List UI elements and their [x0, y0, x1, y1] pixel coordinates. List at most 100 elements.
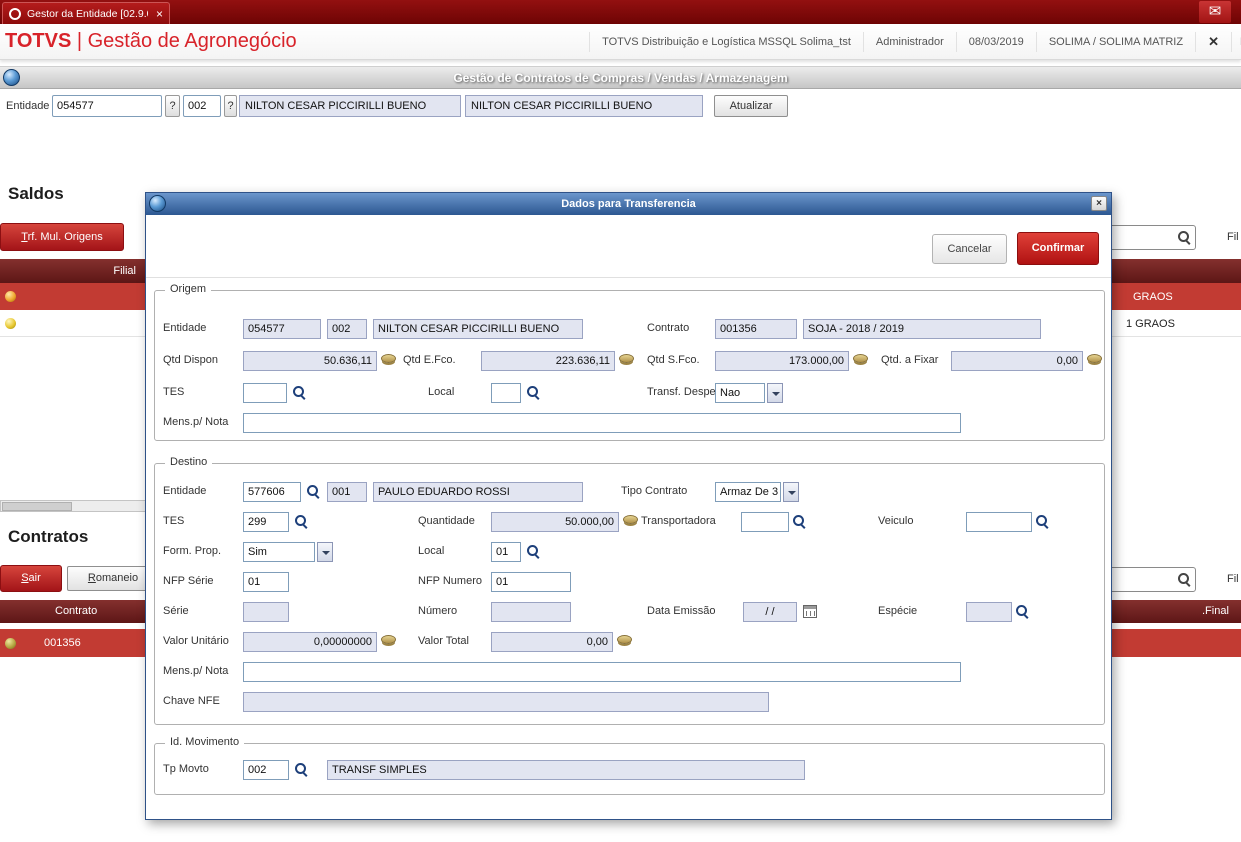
money-icon: [853, 354, 868, 363]
dialog-icon: [149, 195, 166, 212]
origem-legend: Origem: [165, 283, 212, 295]
quantidade-field[interactable]: 50.000,00: [491, 512, 619, 532]
screen-toolbar: Gestão de Contratos de Compras / Vendas …: [0, 66, 1241, 89]
trf-mul-origens-button[interactable]: Trf. Mul. Origens: [0, 223, 124, 251]
transportadora-label: Transportadora: [641, 515, 716, 527]
destino-local-label: Local: [418, 545, 445, 557]
movimento-groupbox: Id. Movimento Tp Movto 002 TRANSF SIMPLE…: [154, 736, 1105, 795]
qtd-dispon-field: 50.636,11: [243, 351, 377, 371]
chevron-down-icon[interactable]: [767, 383, 783, 403]
origem-mens-field[interactable]: [243, 413, 961, 433]
chevron-down-icon[interactable]: [783, 482, 799, 502]
tp-movto-lookup-icon[interactable]: [295, 763, 308, 776]
especie-lookup-icon[interactable]: [1016, 605, 1029, 618]
veiculo-lookup-icon[interactable]: [1036, 515, 1049, 528]
calendar-icon[interactable]: [803, 605, 817, 618]
app-header: TOTVS | Gestão de Agronegócio TOTVS Dist…: [0, 24, 1241, 60]
tp-movto-desc-field: TRANSF SIMPLES: [327, 760, 805, 780]
mail-icon[interactable]: ✉: [1199, 1, 1231, 23]
destino-local-field[interactable]: 01: [491, 542, 521, 562]
transf-despesa-combo[interactable]: Nao: [715, 383, 783, 403]
tes-lookup-icon[interactable]: [293, 386, 306, 399]
destino-entidade-store-field: 001: [327, 482, 367, 502]
environment-label: TOTVS Distribuição e Logística MSSQL Sol…: [589, 32, 863, 52]
atualizar-button[interactable]: Atualizar: [714, 95, 788, 117]
date-label: 08/03/2019: [955, 32, 1036, 52]
screen-icon: [3, 69, 20, 86]
saldos-horizontal-scrollbar[interactable]: [0, 500, 150, 512]
nfp-numero-field[interactable]: 01: [491, 572, 571, 592]
entidade-lookup-icon[interactable]: [307, 485, 320, 498]
valor-total-label: Valor Total: [418, 635, 469, 647]
contratos-row-contrato: 001356: [44, 637, 81, 649]
destino-tes-label: TES: [163, 515, 185, 527]
entidade-label: Entidade: [6, 100, 50, 112]
origem-entidade-name-field: NILTON CESAR PICCIRILLI BUENO: [373, 319, 583, 339]
local-lookup-icon[interactable]: [527, 386, 540, 399]
origem-contrato-code-field: 001356: [715, 319, 797, 339]
contratos-filter-label: Fil: [1227, 573, 1239, 585]
active-window-tab[interactable]: Gestor da Entidade [02.9.0067] ×: [2, 2, 170, 24]
quantidade-label: Quantidade: [418, 515, 475, 527]
tab-close-icon[interactable]: ×: [156, 7, 163, 21]
tp-movto-field[interactable]: 002: [243, 760, 289, 780]
transferencia-dialog: Dados para Transferencia × Cancelar Conf…: [145, 192, 1112, 820]
header-close-icon[interactable]: ✕: [1195, 32, 1231, 52]
row-status-icon: [5, 291, 16, 302]
entidade-name-field: NILTON CESAR PICCIRILLI BUENO: [239, 95, 461, 117]
transportadora-lookup-icon[interactable]: [793, 515, 806, 528]
transf-despesa-value: Nao: [715, 383, 765, 403]
origem-local-field[interactable]: [491, 383, 521, 403]
origem-tes-field[interactable]: [243, 383, 287, 403]
chevron-down-icon[interactable]: [317, 542, 333, 562]
qtd-efco-label: Qtd E.Fco.: [403, 354, 456, 366]
origem-tes-label: TES: [163, 386, 185, 398]
origem-contrato-desc-field: SOJA - 2018 / 2019: [803, 319, 1041, 339]
valor-unitario-label: Valor Unitário: [163, 635, 229, 647]
origem-groupbox: Origem Entidade 054577 002 NILTON CESAR …: [154, 283, 1105, 441]
window-tab-bar: Gestor da Entidade [02.9.0067] × ✉: [0, 0, 1241, 24]
tp-movto-label: Tp Movto: [163, 763, 209, 775]
veiculo-field[interactable]: [966, 512, 1032, 532]
destino-entidade-code-field[interactable]: 577606: [243, 482, 301, 502]
saldos-search-icon[interactable]: [1178, 231, 1191, 244]
romaneio-initial: R: [87, 572, 96, 584]
valor-total-field: 0,00: [491, 632, 613, 652]
origem-mens-label: Mens.p/ Nota: [163, 416, 229, 428]
veiculo-label: Veiculo: [878, 515, 914, 527]
local-lookup-icon[interactable]: [527, 545, 540, 558]
tipo-contrato-combo[interactable]: Armaz De 3: [715, 482, 799, 502]
row-status-icon: [5, 638, 16, 649]
nfp-serie-field[interactable]: 01: [243, 572, 289, 592]
form-prop-combo[interactable]: Sim: [243, 542, 333, 562]
buttons-separator: [146, 277, 1111, 278]
money-icon: [381, 354, 396, 363]
entidade-help2-button[interactable]: ?: [224, 95, 237, 117]
contratos-search-icon[interactable]: [1178, 573, 1191, 586]
dialog-close-button[interactable]: ×: [1091, 196, 1107, 211]
sair-button[interactable]: Sair: [0, 565, 62, 592]
transportadora-field[interactable]: [741, 512, 789, 532]
scrollbar-thumb[interactable]: [2, 502, 72, 511]
especie-label: Espécie: [878, 605, 918, 617]
entidade-code-input[interactable]: [52, 95, 162, 117]
especie-field[interactable]: [966, 602, 1012, 622]
contratos-col-final: .Final: [1202, 605, 1229, 617]
destino-mens-field[interactable]: [243, 662, 961, 682]
cancelar-button[interactable]: Cancelar: [932, 234, 1007, 264]
entidade-store-input[interactable]: [183, 95, 221, 117]
form-prop-value: Sim: [243, 542, 315, 562]
data-emissao-field[interactable]: / /: [743, 602, 797, 622]
origem-entidade-label: Entidade: [163, 322, 207, 334]
confirmar-button[interactable]: Confirmar: [1017, 232, 1099, 265]
tipo-contrato-label: Tipo Contrato: [621, 485, 688, 497]
contratos-col-contrato: Contrato: [55, 605, 98, 617]
header-clipped-item: E: [1231, 32, 1241, 52]
entidade-help-button[interactable]: ?: [165, 95, 180, 117]
destino-tes-field[interactable]: 299: [243, 512, 289, 532]
destino-entidade-label: Entidade: [163, 485, 207, 497]
numero-field: [491, 602, 571, 622]
tes-lookup-icon[interactable]: [295, 515, 308, 528]
saldos-col-filial: Filial: [113, 265, 136, 277]
user-label: Administrador: [862, 32, 956, 52]
